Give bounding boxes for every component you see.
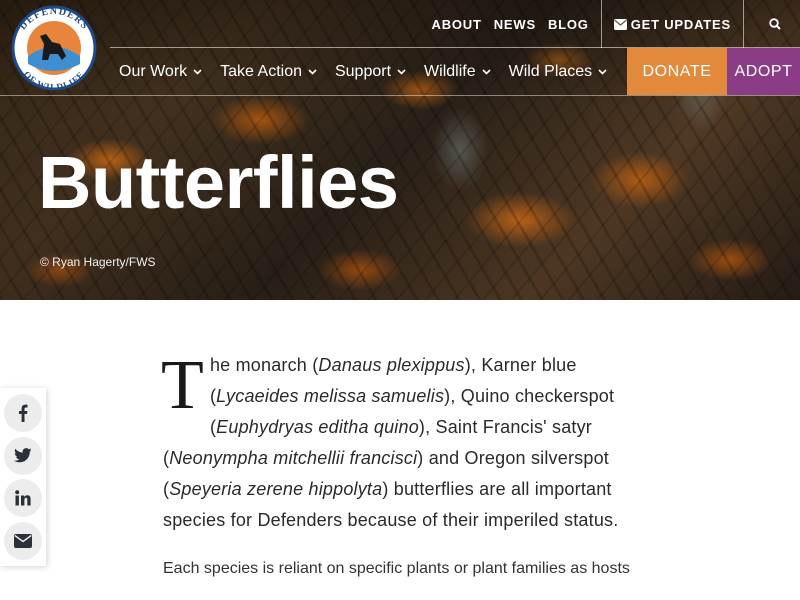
body-paragraph: Each species is reliant on specific plan… [163, 560, 630, 577]
lead-text: he monarch ( [209, 355, 319, 375]
search-button[interactable] [750, 0, 800, 48]
donate-button[interactable]: DONATE [627, 48, 727, 95]
adopt-button[interactable]: ADOPT [727, 48, 800, 95]
get-updates-link[interactable]: GET UPDATES [608, 17, 737, 32]
blog-link[interactable]: BLOG [542, 17, 595, 32]
photo-credit: © Ryan Hagerty/FWS [40, 255, 156, 269]
nav-label: Wild Places [508, 62, 593, 80]
lead-paragraph: The monarch (Danaus plexippus), Karner b… [161, 347, 643, 536]
species-name: Speyeria zerene hippolyta [169, 479, 383, 499]
main-nav: Our Work Take Action Support Wildlife Wi… [110, 48, 616, 95]
nav-support[interactable]: Support [326, 48, 415, 95]
chevron-down-icon [397, 68, 406, 75]
linkedin-icon [15, 490, 31, 506]
utility-divider [743, 0, 744, 48]
utility-nav: ABOUT NEWS BLOG GET UPDATES [426, 0, 800, 48]
envelope-icon [613, 18, 627, 30]
about-link[interactable]: ABOUT [426, 17, 488, 32]
nav-take-action[interactable]: Take Action [211, 48, 326, 95]
share-facebook-button[interactable] [4, 394, 42, 433]
site-logo[interactable]: DEFENDERS OF WILDLIFE [4, 4, 104, 92]
share-email-button[interactable] [4, 521, 42, 560]
share-linkedin-button[interactable] [4, 479, 42, 518]
twitter-icon [14, 448, 32, 463]
news-link[interactable]: NEWS [488, 17, 542, 32]
nav-label: Support [334, 62, 392, 80]
species-name: Danaus plexippus [318, 355, 465, 375]
dropcap: T [161, 347, 204, 424]
nav-wildlife[interactable]: Wildlife [415, 48, 500, 95]
search-icon [769, 18, 781, 30]
species-name: Neonympha mitchellii francisci [169, 448, 418, 468]
chevron-down-icon [193, 68, 202, 75]
utility-divider [600, 0, 602, 48]
share-twitter-button[interactable] [4, 436, 42, 475]
species-name: Euphydryas editha quino [216, 417, 419, 437]
chevron-down-icon [308, 68, 317, 75]
article-body: The monarch (Danaus plexippus), Karner b… [161, 347, 643, 582]
nav-our-work[interactable]: Our Work [110, 48, 211, 95]
species-name: Lycaeides melissa samuelis [216, 386, 445, 406]
nav-label: Take Action [220, 62, 302, 80]
get-updates-label: GET UPDATES [630, 16, 731, 32]
nav-label: Our Work [119, 62, 188, 80]
nav-wild-places[interactable]: Wild Places [500, 48, 617, 95]
chevron-down-icon [482, 68, 491, 75]
nav-divider [0, 95, 800, 96]
email-icon [14, 533, 32, 548]
social-share-bar [0, 388, 46, 566]
nav-label: Wildlife [424, 62, 476, 80]
chevron-down-icon [598, 68, 607, 75]
facebook-icon [19, 404, 28, 423]
page-title: Butterflies [38, 141, 399, 224]
